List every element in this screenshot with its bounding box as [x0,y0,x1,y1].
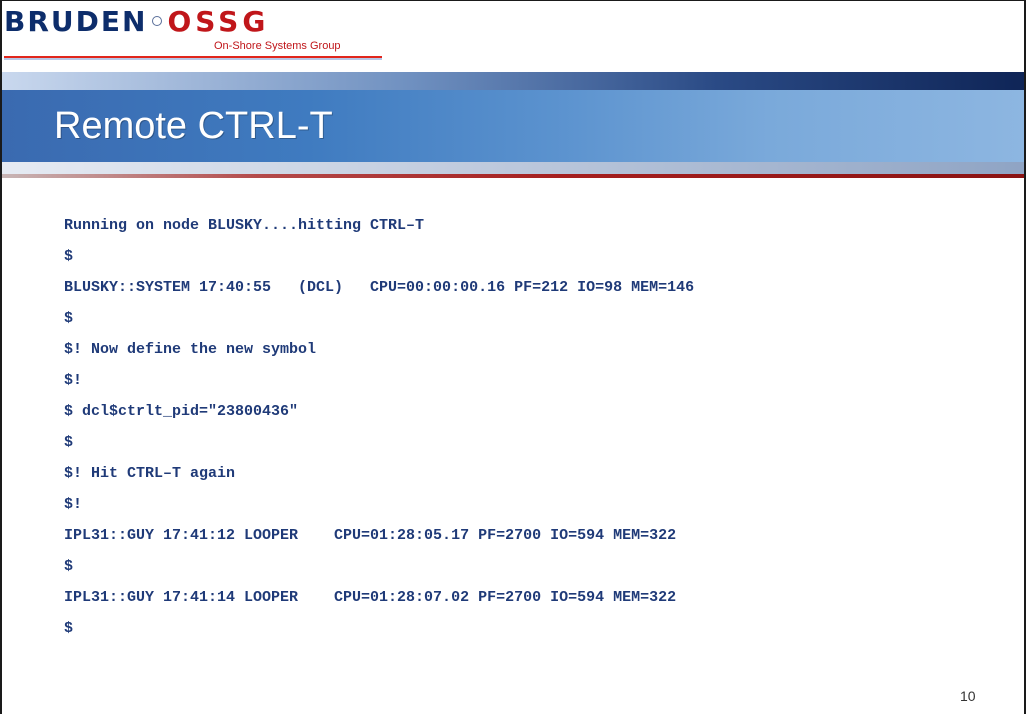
logo-brand-right: OSSG [167,5,270,38]
console-line: $ [64,434,74,451]
title-divider [2,174,1024,178]
console-line: $ [64,310,74,327]
console-line: $ dcl$ctrlt_pid="23800436" [64,403,299,420]
logo-dot-icon [152,16,163,26]
console-line: $ [64,620,74,637]
logo-wordmark: BRUDEN OSSG [4,2,269,42]
console-line: $ [64,558,74,575]
slide-title: Remote CTRL-T [54,105,333,147]
page-number: 10 [960,688,976,704]
logo-subtitle: On-Shore Systems Group [214,40,341,52]
console-line: $ [64,248,74,265]
console-line: IPL31::GUY 17:41:14 LOOPER CPU=01:28:07.… [64,589,677,606]
console-line: Running on node BLUSKY....hitting CTRL–T [64,217,425,234]
console-line: $! Now define the new symbol [64,341,317,358]
console-line: $! [64,496,83,513]
bruden-ossg-logo: BRUDEN OSSG On-Shore Systems Group [4,2,384,66]
console-line: $! Hit CTRL–T again [64,465,236,482]
console-line: $! [64,372,83,389]
console-line: BLUSKY::SYSTEM 17:40:55 (DCL) CPU=00:00:… [64,279,695,296]
console-line: IPL31::GUY 17:41:12 LOOPER CPU=01:28:05.… [64,527,677,544]
logo-brand-left: BRUDEN [4,5,148,38]
logo-underline [4,56,382,66]
console-output: Running on node BLUSKY....hitting CTRL–T… [64,210,984,644]
